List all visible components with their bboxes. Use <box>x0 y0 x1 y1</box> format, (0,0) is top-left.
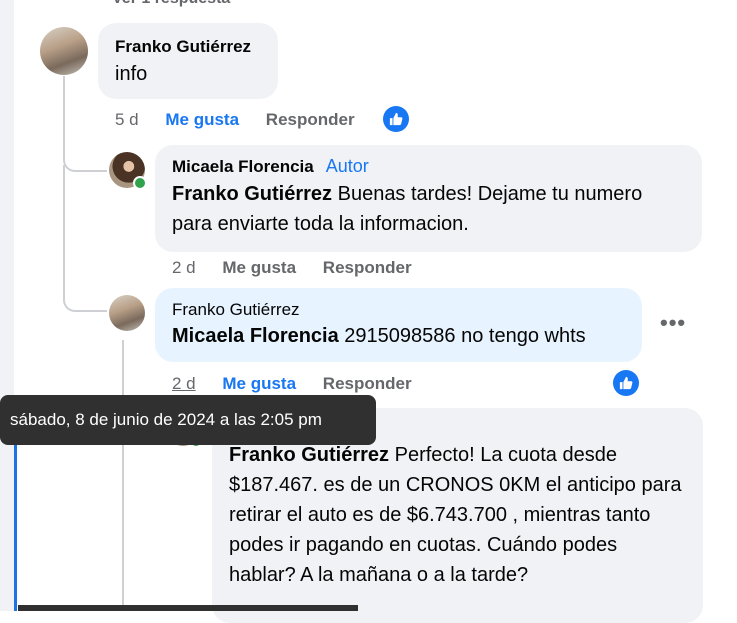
online-status-icon <box>133 176 147 190</box>
thread-line <box>63 165 65 295</box>
avatar[interactable] <box>40 27 88 75</box>
like-button[interactable]: Me gusta <box>222 258 296 277</box>
reply-button[interactable]: Responder <box>323 374 412 393</box>
comment-text: Micaela Florencia 2915098586 no tengo wh… <box>172 321 625 351</box>
like-thumb-icon[interactable] <box>613 370 639 396</box>
comment-actions: 5 d Me gusta Responder <box>115 110 377 130</box>
mention-link[interactable]: Franko Gutiérrez <box>172 183 332 205</box>
comment-author-line: Micaela Florencia Autor <box>172 156 685 177</box>
comment-bubble: Micaela Florencia Autor Franko Gutiérrez … <box>155 145 702 252</box>
reply-button[interactable]: Responder <box>266 110 355 129</box>
comment-actions: 2 d Me gusta Responder <box>172 258 434 278</box>
comment-bubble: Franko Gutiérrez Micaela Florencia 29150… <box>155 288 642 362</box>
author-badge: Autor <box>325 156 369 176</box>
mention-link[interactable]: Micaela Florencia <box>172 325 339 347</box>
timestamp-tooltip: sábado, 8 de junio de 2024 a las 2:05 pm <box>0 395 376 445</box>
thread-connector <box>63 290 107 312</box>
comment-author[interactable]: Micaela Florencia <box>172 157 314 176</box>
previous-replies-link[interactable]: Ver 1 respuesta <box>112 0 230 8</box>
left-panel-edge <box>0 0 14 611</box>
comment-author[interactable]: Franko Gutiérrez <box>172 300 625 320</box>
comment-body: 2915098586 no tengo whts <box>338 325 586 347</box>
bottom-overlay-bar <box>18 605 358 611</box>
comment-time[interactable]: 5 d <box>115 110 139 129</box>
mention-link[interactable]: Franko Gutiérrez <box>229 444 389 466</box>
comment-time[interactable]: 2 d <box>172 374 196 393</box>
comment-bubble: Franko Gutiérrez info <box>98 23 278 99</box>
avatar[interactable] <box>109 295 145 331</box>
reply-button[interactable]: Responder <box>323 258 412 277</box>
comment-author[interactable]: Franko Gutiérrez <box>115 37 261 57</box>
like-button[interactable]: Me gusta <box>165 110 239 129</box>
thread-connector <box>63 150 107 172</box>
comment-time[interactable]: 2 d <box>172 258 196 277</box>
comment-text: Franko Gutiérrez Buenas tardes! Dejame t… <box>172 179 685 239</box>
like-button[interactable]: Me gusta <box>222 374 296 393</box>
more-options-icon[interactable]: ••• <box>660 310 686 336</box>
like-thumb-icon[interactable] <box>383 106 409 132</box>
comment-actions: 2 d Me gusta Responder <box>172 374 434 394</box>
thread-line <box>122 340 124 611</box>
comment-text: Franko Gutiérrez Perfecto! La cuota desd… <box>229 440 686 590</box>
comment-text: info <box>115 63 148 85</box>
thread-line <box>63 76 65 156</box>
